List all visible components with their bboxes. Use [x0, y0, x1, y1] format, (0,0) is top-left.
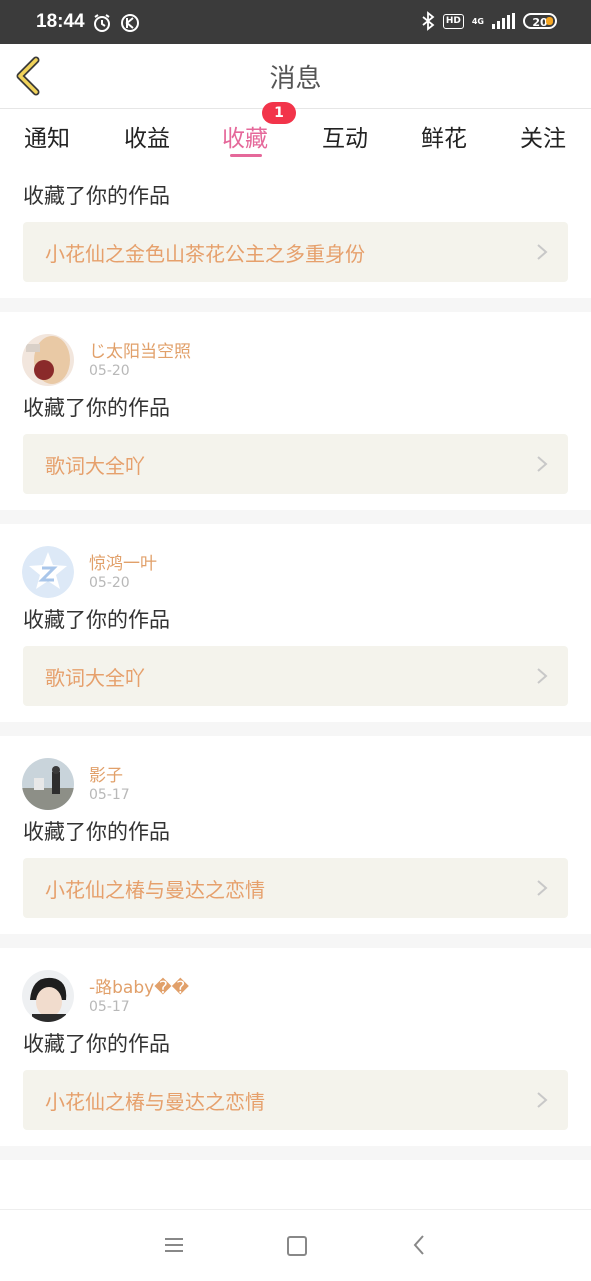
- hd-icon: HD: [442, 13, 464, 29]
- list-item: じ太阳当空照 05-20 收藏了你的作品 歌词大全吖: [0, 312, 591, 510]
- tab-notifications[interactable]: 通知: [24, 119, 70, 153]
- work-link[interactable]: 小花仙之椿与曼达之恋情: [23, 1070, 568, 1130]
- system-nav-bar: [0, 1209, 591, 1281]
- work-link[interactable]: 歌词大全吖: [23, 646, 568, 706]
- date: 05-17: [89, 999, 130, 1015]
- chevron-right-icon: [537, 1092, 548, 1108]
- alarm-icon: [94, 14, 110, 32]
- date: 05-20: [89, 363, 130, 379]
- divider: [0, 1146, 591, 1160]
- tab-bar: 通知 收益 收藏 互动 鲜花 关注: [0, 108, 591, 165]
- avatar[interactable]: [22, 970, 74, 1022]
- action-text: 收藏了你的作品: [23, 1032, 170, 1056]
- status-right-icons: HD 4G 20: [421, 11, 557, 31]
- chevron-right-icon: [537, 244, 548, 260]
- date: 05-20: [89, 575, 130, 591]
- status-left-icons: [92, 13, 140, 33]
- tab-flowers[interactable]: 鲜花: [421, 119, 467, 153]
- username[interactable]: 影子: [89, 761, 123, 786]
- action-text: 收藏了你的作品: [23, 184, 170, 208]
- avatar[interactable]: [22, 334, 74, 386]
- divider: [0, 722, 591, 736]
- tab-favorites[interactable]: 收藏: [222, 119, 268, 153]
- list-item: 影子 05-17 收藏了你的作品 小花仙之椿与曼达之恋情: [0, 736, 591, 934]
- chevron-right-icon: [537, 880, 548, 896]
- chevron-right-icon: [537, 668, 548, 684]
- work-link[interactable]: 小花仙之椿与曼达之恋情: [23, 858, 568, 918]
- work-title: 歌词大全吖: [45, 454, 145, 478]
- chevron-right-icon: [537, 456, 548, 472]
- status-bar: 18:44 HD 4G 20: [0, 0, 591, 44]
- username[interactable]: じ太阳当空照: [89, 337, 191, 362]
- favorites-feed: 收藏了你的作品 小花仙之金色山茶花公主之多重身份 じ太阳当空照 05-20 收藏…: [0, 166, 591, 1160]
- list-item: 惊鸿一叶 05-20 收藏了你的作品 歌词大全吖: [0, 524, 591, 722]
- bluetooth-icon: [422, 11, 435, 31]
- work-title: 歌词大全吖: [45, 666, 145, 690]
- signal-icon: [492, 13, 515, 29]
- tab-following[interactable]: 关注: [520, 119, 566, 153]
- list-item: -路baby�� 05-17 收藏了你的作品 小花仙之椿与曼达之恋情: [0, 948, 591, 1146]
- work-title: 小花仙之金色山茶花公主之多重身份: [45, 242, 365, 266]
- default-avatar-icon[interactable]: [22, 546, 74, 598]
- divider: [0, 298, 591, 312]
- work-link[interactable]: 歌词大全吖: [23, 434, 568, 494]
- tab-interactions[interactable]: 互动: [322, 119, 368, 153]
- page-title: 消息: [269, 64, 322, 94]
- work-link[interactable]: 小花仙之金色山茶花公主之多重身份: [23, 222, 568, 282]
- battery-icon: 20: [523, 13, 557, 29]
- username[interactable]: 惊鸿一叶: [89, 549, 157, 574]
- avatar[interactable]: [22, 758, 74, 810]
- action-text: 收藏了你的作品: [23, 396, 170, 420]
- divider: [0, 934, 591, 948]
- header: 消息: [0, 44, 591, 108]
- list-item: 收藏了你的作品 小花仙之金色山茶花公主之多重身份: [0, 178, 591, 298]
- tab-earnings[interactable]: 收益: [124, 119, 170, 153]
- home-icon[interactable]: [287, 1236, 307, 1256]
- divider: [0, 510, 591, 524]
- network-label: 4G: [471, 16, 484, 26]
- work-title: 小花仙之椿与曼达之恋情: [45, 878, 265, 902]
- work-title: 小花仙之椿与曼达之恋情: [45, 1090, 265, 1114]
- nav-back-icon[interactable]: [412, 1234, 426, 1256]
- action-text: 收藏了你的作品: [23, 608, 170, 632]
- date: 05-17: [89, 787, 130, 803]
- k-app-icon: [121, 14, 139, 32]
- favorites-badge: 1: [262, 102, 296, 124]
- active-tab-indicator: [230, 154, 262, 157]
- username[interactable]: -路baby��: [89, 973, 189, 998]
- action-text: 收藏了你的作品: [23, 820, 170, 844]
- menu-icon[interactable]: [165, 1237, 183, 1253]
- status-time: 18:44: [36, 11, 85, 32]
